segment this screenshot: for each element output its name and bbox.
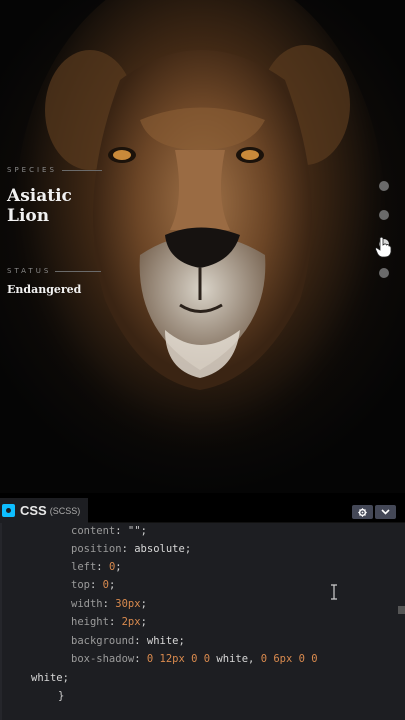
code-line: }: [58, 690, 65, 702]
status-value: Endangered: [7, 283, 82, 296]
tab-subtitle: (SCSS): [49, 505, 81, 516]
css-icon: [2, 504, 15, 517]
scrollbar-thumb[interactable]: [398, 606, 405, 614]
chevron-down-icon: [381, 509, 390, 515]
species-divider: [62, 170, 102, 171]
tab-title: CSS: [20, 503, 47, 518]
lion-image: [15, 0, 385, 465]
status-label: STATUS: [7, 267, 52, 275]
editor-header: CSS (SCSS): [0, 493, 405, 523]
lion-preview: SPECIES Asiatic Lion STATUS Endangered: [0, 0, 405, 493]
code-line: box-shadow: 0 12px 0 0 white, 0 6px 0 0: [71, 653, 318, 665]
hand-pointer-icon: [375, 236, 392, 258]
code-line: position: absolute;: [71, 543, 192, 555]
code-editor: CSS (SCSS) content: ""; position: absolu…: [0, 493, 405, 720]
code-line: left: 0;: [71, 561, 122, 573]
collapse-button[interactable]: [375, 505, 396, 519]
code-line: white;: [31, 672, 69, 684]
code-line: width: 30px;: [71, 598, 147, 610]
nav-dot-2[interactable]: [379, 210, 389, 220]
code-line: top: 0;: [71, 579, 116, 591]
status-divider: [55, 271, 101, 272]
species-name: Asiatic Lion: [7, 186, 72, 226]
code-line: content: "";: [71, 525, 147, 537]
code-line: height: 2px;: [71, 616, 147, 628]
code-area[interactable]: content: ""; position: absolute; left: 0…: [0, 523, 405, 720]
nav-dot-1[interactable]: [379, 181, 389, 191]
settings-button[interactable]: [352, 505, 373, 519]
gear-icon: [358, 507, 367, 517]
code-line: background: white;: [71, 635, 185, 647]
text-cursor-icon: [331, 584, 337, 600]
nav-dot-4[interactable]: [379, 268, 389, 278]
species-label: SPECIES: [7, 166, 57, 174]
tab-css[interactable]: CSS (SCSS): [0, 498, 88, 523]
